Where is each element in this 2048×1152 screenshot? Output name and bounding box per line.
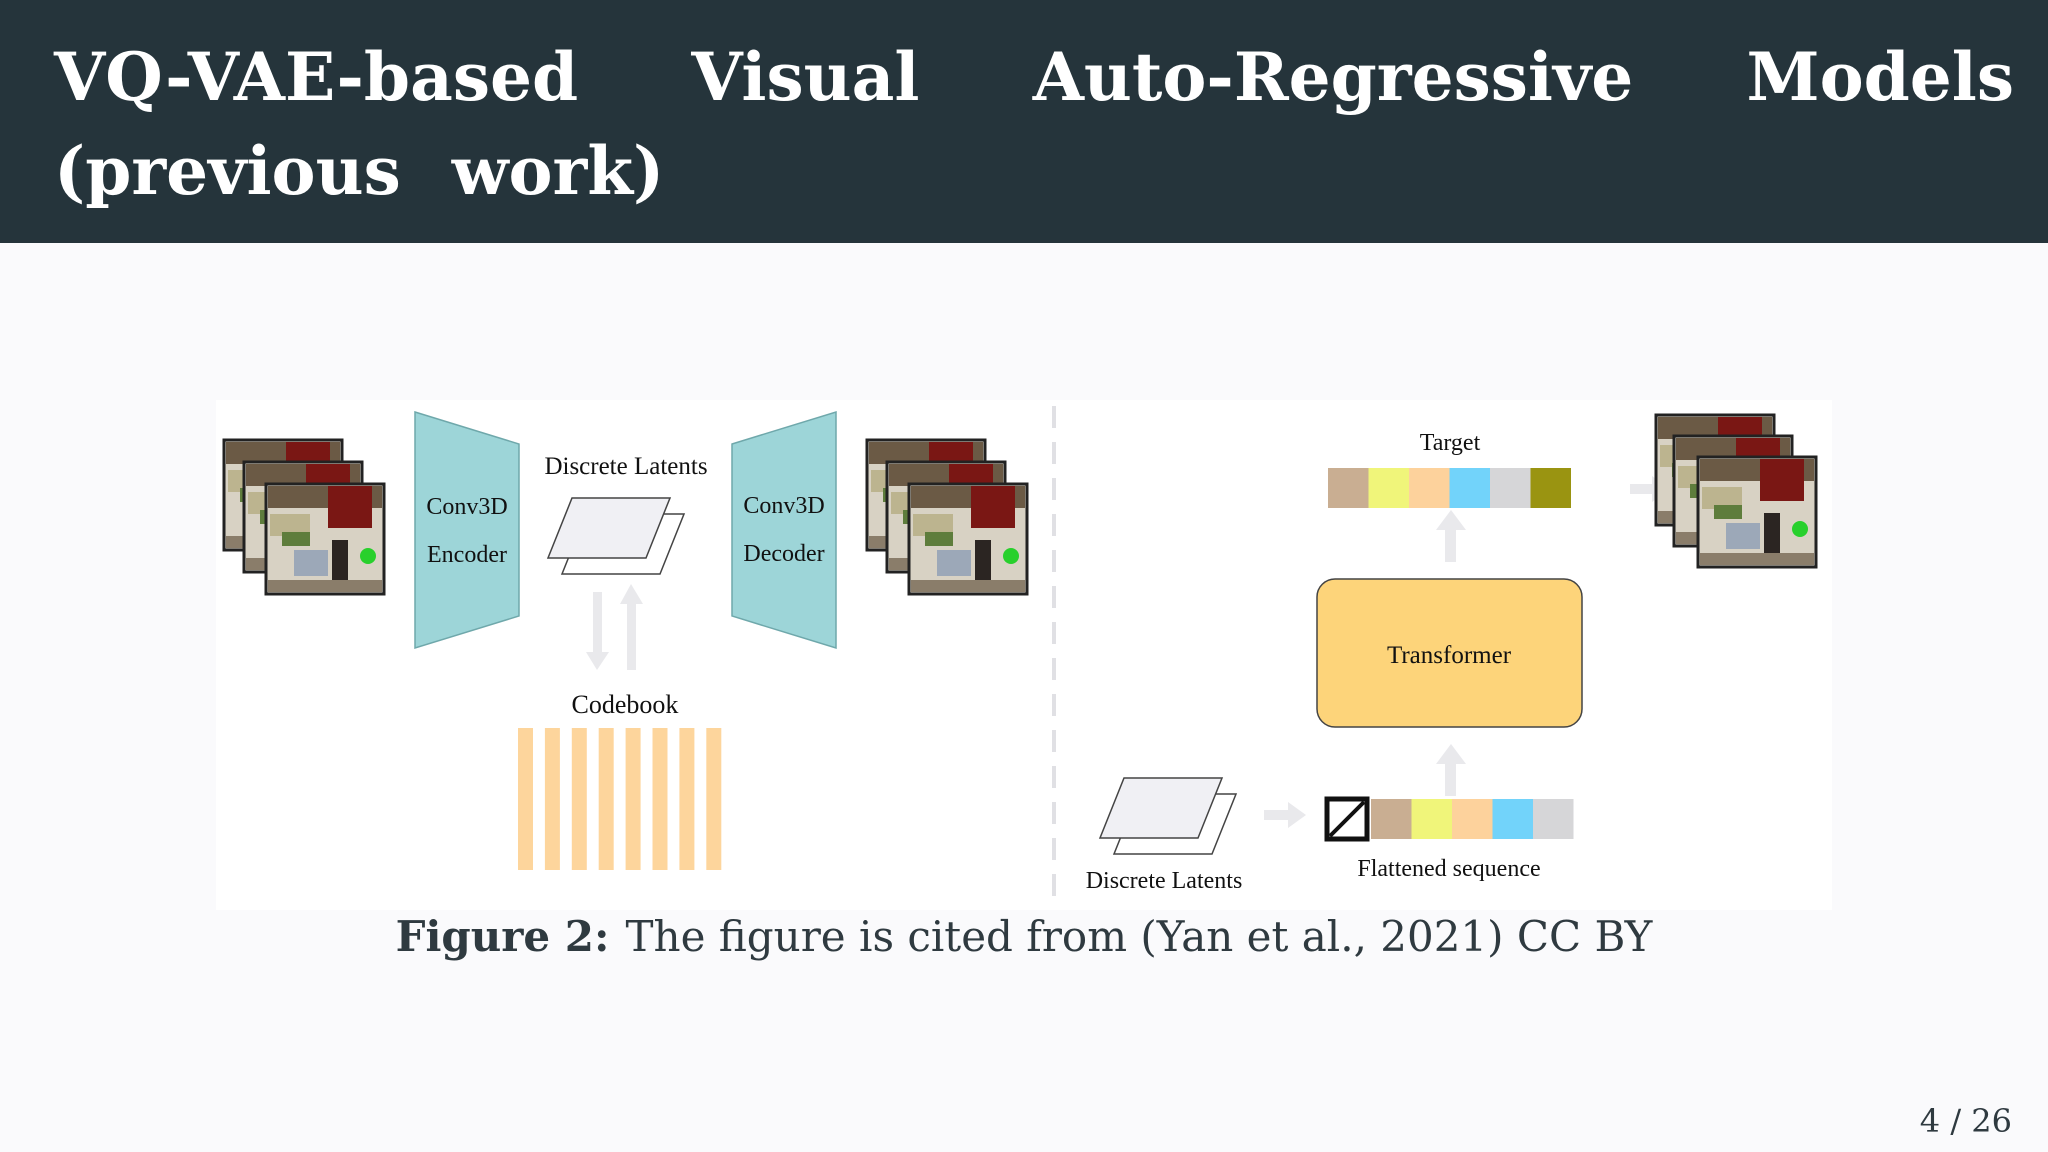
figure-caption-text: The figure is cited from (Yan et al., 20… xyxy=(625,912,1653,961)
codebook-lookup-arrows xyxy=(586,584,643,670)
target-token xyxy=(1449,468,1490,508)
input-video-frames xyxy=(222,438,386,596)
flattened-sequence-label: Flattened sequence xyxy=(1357,856,1540,882)
encoder-label-line1: Conv3D xyxy=(426,494,507,520)
conv3d-decoder-block xyxy=(731,410,837,650)
codebook-bar xyxy=(625,728,641,870)
codebook-bar xyxy=(571,728,587,870)
target-token xyxy=(1409,468,1450,508)
left-discrete-latents-label: Discrete Latents xyxy=(544,453,707,480)
target-token xyxy=(1530,468,1571,508)
codebook-bar xyxy=(706,728,722,870)
decoder-label-line1: Conv3D xyxy=(743,493,824,519)
transformer-to-target-arrow xyxy=(1436,510,1466,562)
slide-header: VQ-VAE-based Visual Auto-Regressive Mode… xyxy=(0,0,2048,243)
sequence-token xyxy=(1533,799,1574,839)
codebook-bar xyxy=(598,728,614,870)
sequence-to-transformer-arrow xyxy=(1436,744,1466,796)
target-token xyxy=(1490,468,1531,508)
codebook-bars xyxy=(518,728,722,870)
flattened-token-sequence xyxy=(1371,799,1574,839)
latents-to-sequence-arrow xyxy=(1264,802,1306,828)
sequence-token xyxy=(1452,799,1493,839)
sequence-token xyxy=(1371,799,1412,839)
target-token-sequence xyxy=(1328,468,1571,508)
sequence-token xyxy=(1411,799,1452,839)
page-number: 4 / 26 xyxy=(1919,1102,2012,1140)
sequence-token xyxy=(1492,799,1533,839)
right-discrete-latents-sheets xyxy=(1099,777,1237,855)
output-video-frames xyxy=(1654,413,1818,569)
codebook-bar xyxy=(518,728,533,870)
right-discrete-latents-label: Discrete Latents xyxy=(1086,868,1243,894)
codebook-bar xyxy=(544,728,560,870)
encoder-label-line2: Encoder xyxy=(427,542,507,568)
conv3d-encoder-block xyxy=(414,410,520,650)
start-token xyxy=(1324,796,1370,842)
left-discrete-latents-sheets xyxy=(547,497,685,575)
reconstructed-video-frames xyxy=(865,438,1029,596)
figure-panel: Conv3D Encoder Discrete Latents Codebook… xyxy=(216,400,1832,910)
codebook-bar xyxy=(679,728,695,870)
vq-vae-diagram: Conv3D Encoder Discrete Latents Codebook… xyxy=(222,406,1818,904)
codebook-bar xyxy=(652,728,668,870)
target-label: Target xyxy=(1420,430,1481,456)
decoder-label-line2: Decoder xyxy=(743,541,824,567)
codebook-label: Codebook xyxy=(572,690,679,719)
slide-title: VQ-VAE-based Visual Auto-Regressive Mode… xyxy=(54,38,2014,210)
target-token xyxy=(1368,468,1409,508)
transformer-label: Transformer xyxy=(1387,642,1512,669)
target-token xyxy=(1328,468,1369,508)
figure-caption: Figure 2: The figure is cited from (Yan e… xyxy=(0,912,2048,961)
figure-caption-label: Figure 2: xyxy=(395,912,610,961)
